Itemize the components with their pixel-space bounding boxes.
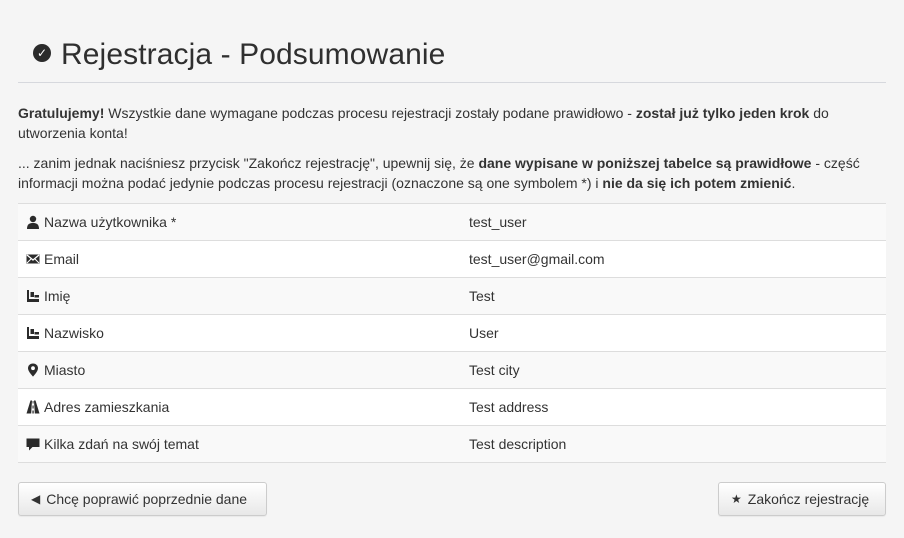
row-value: Test city bbox=[469, 362, 520, 378]
cannot-change-bold: nie da się ich potem zmienić bbox=[602, 175, 792, 191]
id-card-icon bbox=[26, 326, 40, 340]
id-card-icon bbox=[26, 289, 40, 303]
warning-paragraph: ... zanim jednak naciśniesz przycisk "Za… bbox=[18, 153, 886, 193]
comment-icon bbox=[26, 437, 40, 451]
table-row: Nazwisko User bbox=[18, 315, 886, 352]
back-button[interactable]: ◀ Chcę poprawić poprzednie dane bbox=[18, 482, 267, 516]
finish-button-label: Zakończ rejestrację bbox=[747, 491, 870, 507]
congratulations-text: Wszystkie dane wymagane podczas procesu … bbox=[104, 105, 636, 121]
user-icon bbox=[26, 215, 40, 229]
congratulations-paragraph: Gratulujemy! Wszystkie dane wymagane pod… bbox=[18, 103, 886, 143]
row-value: Test description bbox=[469, 436, 567, 452]
row-label: Email bbox=[18, 251, 469, 267]
back-button-label: Chcę poprawić poprzednie dane bbox=[46, 491, 248, 507]
star-icon: ★ bbox=[731, 492, 742, 506]
intro-text: Gratulujemy! Wszystkie dane wymagane pod… bbox=[18, 103, 886, 203]
row-label-text: Adres zamieszkania bbox=[44, 399, 170, 415]
row-label-text: Nazwa użytkownika * bbox=[44, 214, 177, 230]
table-row: Imię Test bbox=[18, 278, 886, 315]
table-row: Adres zamieszkania Test address bbox=[18, 389, 886, 426]
check-circle-icon: ✓ bbox=[33, 44, 51, 62]
caret-left-icon: ◀ bbox=[31, 492, 41, 506]
summary-table: Nazwa użytkownika * test_user Email test… bbox=[18, 203, 886, 463]
congratulations-bold: Gratulujemy! bbox=[18, 105, 105, 121]
row-value: User bbox=[469, 325, 499, 341]
row-label-text: Imię bbox=[44, 288, 71, 304]
row-value: test_user bbox=[469, 214, 527, 230]
row-label: Imię bbox=[18, 288, 469, 304]
warning-text: ... zanim jednak naciśniesz przycisk "Za… bbox=[18, 155, 479, 171]
row-label: Nazwa użytkownika * bbox=[18, 214, 469, 230]
row-value: Test bbox=[469, 288, 495, 304]
row-label: Nazwisko bbox=[18, 325, 469, 341]
row-label-text: Miasto bbox=[44, 362, 86, 378]
warning-end: . bbox=[791, 175, 796, 191]
row-label: Miasto bbox=[18, 362, 469, 378]
data-correct-bold: dane wypisane w poniższej tabelce są pra… bbox=[478, 155, 812, 171]
row-label-text: Kilka zdań na swój temat bbox=[44, 436, 199, 452]
table-row: Miasto Test city bbox=[18, 352, 886, 389]
table-row: Email test_user@gmail.com bbox=[18, 241, 886, 278]
row-value: test_user@gmail.com bbox=[469, 251, 605, 267]
finish-registration-button[interactable]: ★ Zakończ rejestrację bbox=[718, 482, 886, 516]
registration-summary-page: ✓ Rejestracja - Podsumowanie Gratulujemy… bbox=[0, 0, 904, 538]
envelope-icon bbox=[26, 252, 40, 266]
row-label-text: Email bbox=[44, 251, 80, 267]
table-row: Kilka zdań na swój temat Test descriptio… bbox=[18, 426, 886, 463]
map-marker-icon bbox=[26, 363, 40, 377]
footer-actions: ◀ Chcę poprawić poprzednie dane ★ Zakońc… bbox=[18, 482, 886, 516]
row-label: Kilka zdań na swój temat bbox=[18, 436, 469, 452]
one-step-left-bold: został już tylko jeden krok bbox=[635, 105, 810, 121]
table-row: Nazwa użytkownika * test_user bbox=[18, 204, 886, 241]
row-value: Test address bbox=[469, 399, 549, 415]
row-label: Adres zamieszkania bbox=[18, 399, 469, 415]
row-label-text: Nazwisko bbox=[44, 325, 104, 341]
page-title: Rejestracja - Podsumowanie bbox=[61, 38, 446, 71]
road-icon bbox=[26, 400, 40, 414]
page-header: ✓ Rejestracja - Podsumowanie bbox=[18, 35, 886, 83]
